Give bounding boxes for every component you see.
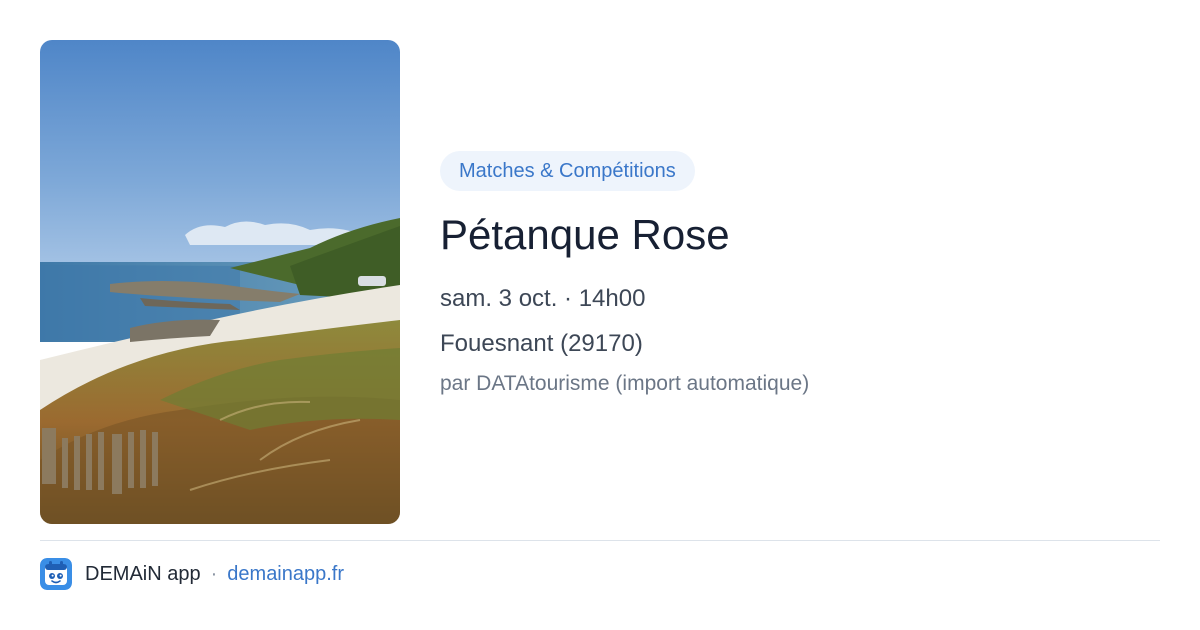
app-name: DEMAiN app [85,562,201,585]
footer-divider [40,540,1160,541]
event-source: par DATAtourisme (import automatique) [440,372,810,395]
app-website-link[interactable]: demainapp.fr [227,563,344,586]
category-badge[interactable]: Matches & Compétitions [440,151,695,191]
app-logo-icon [40,558,72,590]
footer: DEMAiN app · demainapp.fr [40,558,344,590]
event-datetime: sam. 3 oct. · 14h00 [440,285,646,312]
event-photo [40,40,400,524]
event-details: Matches & Compétitions Pétanque Rose sam… [440,151,1160,398]
coastal-beach-photo [40,40,400,524]
event-title: Pétanque Rose [440,211,730,258]
footer-separator: · [210,562,218,585]
event-location: Fouesnant (29170) [440,330,643,357]
